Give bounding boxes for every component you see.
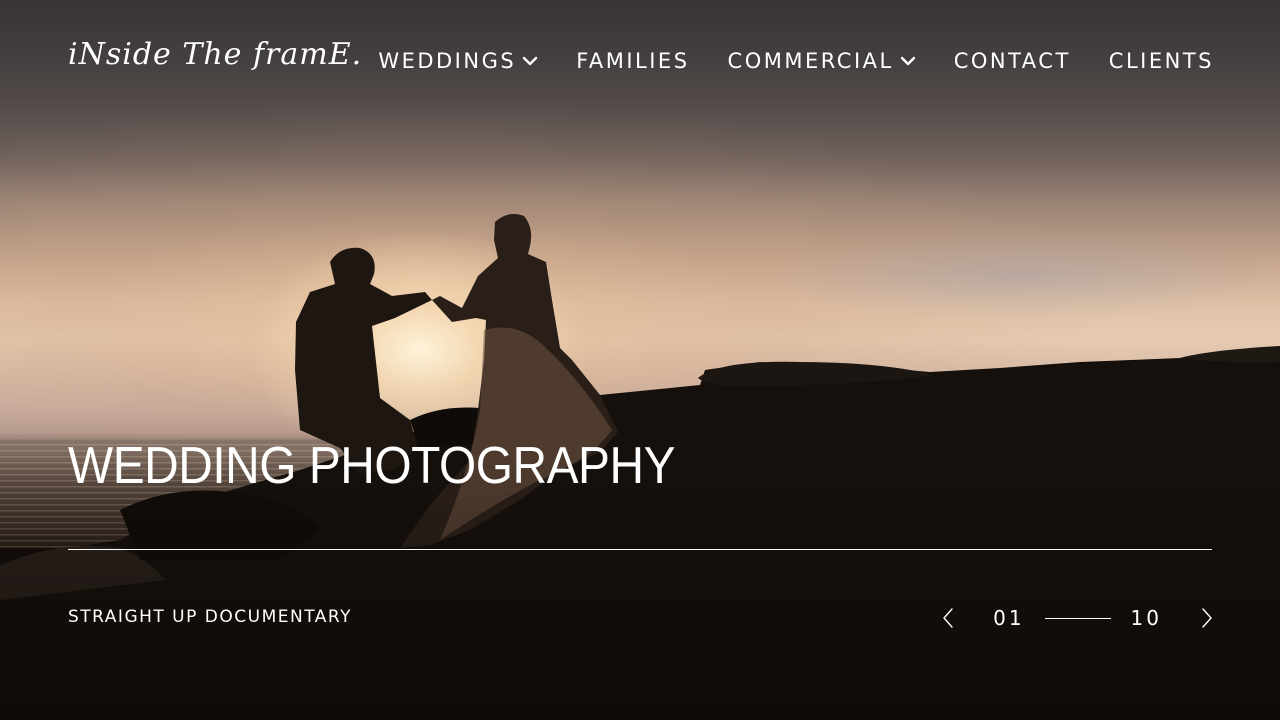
chevron-right-icon[interactable] xyxy=(1200,607,1214,629)
nav-item-contact[interactable]: CONTACT xyxy=(954,48,1071,74)
bottom-shade xyxy=(0,460,1280,720)
nav-item-label: FAMILIES xyxy=(576,49,690,73)
chevron-left-icon[interactable] xyxy=(941,607,955,629)
nav-item-label: COMMERCIAL xyxy=(727,49,894,73)
nav-item-label: CLIENTS xyxy=(1108,49,1214,73)
nav-item-commercial[interactable]: COMMERCIAL xyxy=(728,48,916,74)
chevron-down-icon xyxy=(523,56,538,66)
nav-item-families[interactable]: FAMILIES xyxy=(576,48,689,74)
nav-item-weddings[interactable]: WEDDINGS xyxy=(378,48,538,74)
main-nav: WEDDINGS FAMILIES COMMERCIAL CONTACT CLI… xyxy=(378,48,1214,74)
hero-title: WEDDING PHOTOGRAPHY xyxy=(68,437,676,495)
chevron-down-icon xyxy=(900,56,915,66)
slide-progress-line xyxy=(1044,617,1111,619)
hero-tagline: STRAIGHT UP DOCUMENTARY xyxy=(68,607,352,627)
nav-item-clients[interactable]: CLIENTS xyxy=(1109,48,1214,74)
slide-total-number: 10 xyxy=(1130,606,1162,630)
nav-item-label: CONTACT xyxy=(953,49,1071,73)
nav-item-label: WEDDINGS xyxy=(378,49,517,73)
site-logo[interactable]: iNside The framE. xyxy=(68,40,362,70)
slide-current-number: 01 xyxy=(993,606,1025,630)
slider-controls: 01 10 xyxy=(941,604,1214,632)
hero-section: iNside The framE. WEDDINGS FAMILIES COMM… xyxy=(0,0,1280,720)
hero-divider xyxy=(68,549,1212,550)
